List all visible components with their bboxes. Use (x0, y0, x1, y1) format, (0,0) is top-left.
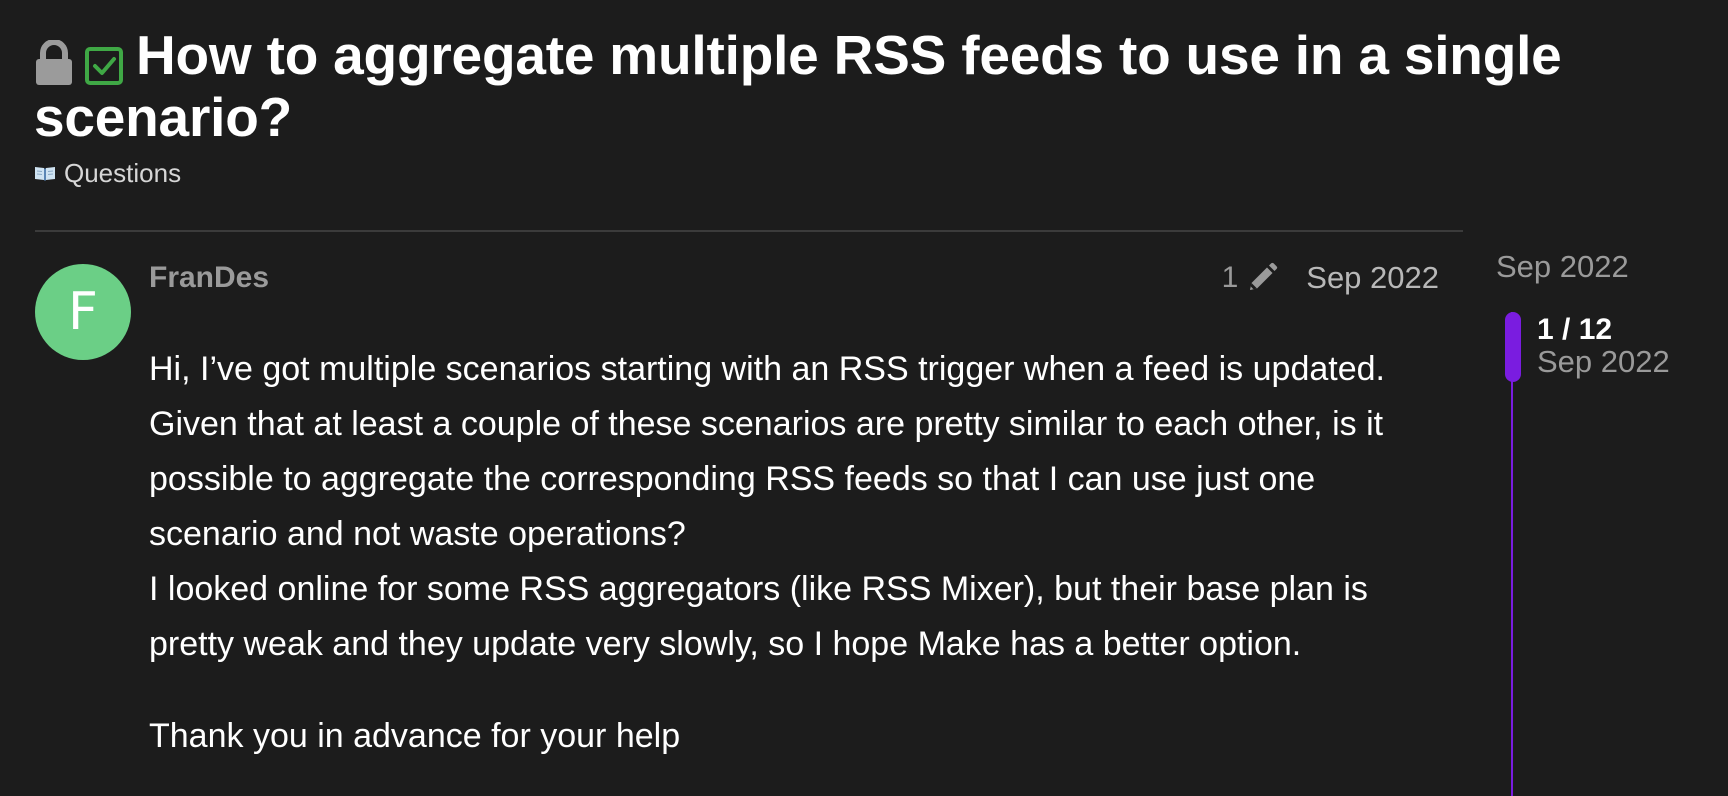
post-date[interactable]: Sep 2022 (1306, 260, 1439, 296)
timeline-position-date: Sep 2022 (1537, 344, 1670, 379)
post-paragraph-3: Thank you in advance for your help (149, 717, 681, 755)
timeline-position: 1 / 12 (1537, 313, 1613, 346)
topic-page: How to aggregate multiple RSS feeds to u… (0, 0, 1728, 796)
timeline-start-date[interactable]: Sep 2022 (1496, 249, 1629, 285)
header-divider (35, 230, 1463, 232)
avatar[interactable]: F (35, 264, 131, 360)
timeline-scroll-handle[interactable] (1505, 312, 1521, 382)
post-paragraph-2: I looked online for some RSS aggregators… (149, 570, 1368, 663)
topic-title[interactable]: How to aggregate multiple RSS feeds to u… (34, 24, 1562, 148)
post-paragraph-1: Hi, I’ve got multiple scenarios starting… (149, 350, 1385, 553)
solved-checkbox-icon (84, 38, 124, 85)
post-meta: 1 Sep 2022 (1222, 258, 1439, 298)
post-body: Hi, I’ve got multiple scenarios starting… (149, 342, 1449, 764)
edit-count: 1 (1221, 261, 1239, 294)
lock-icon (34, 36, 74, 85)
topic-title-heading: How to aggregate multiple RSS feeds to u… (34, 24, 1624, 148)
post-username[interactable]: FranDes (149, 261, 269, 295)
category-label: Questions (64, 157, 182, 188)
category-badge[interactable]: Questions (34, 158, 1624, 188)
topic-header: How to aggregate multiple RSS feeds to u… (34, 24, 1624, 188)
timeline-scrollbar-track[interactable] (1511, 312, 1513, 796)
pencil-icon (1246, 262, 1278, 294)
open-book-icon (34, 165, 56, 181)
edit-history-button[interactable]: 1 (1222, 261, 1279, 295)
